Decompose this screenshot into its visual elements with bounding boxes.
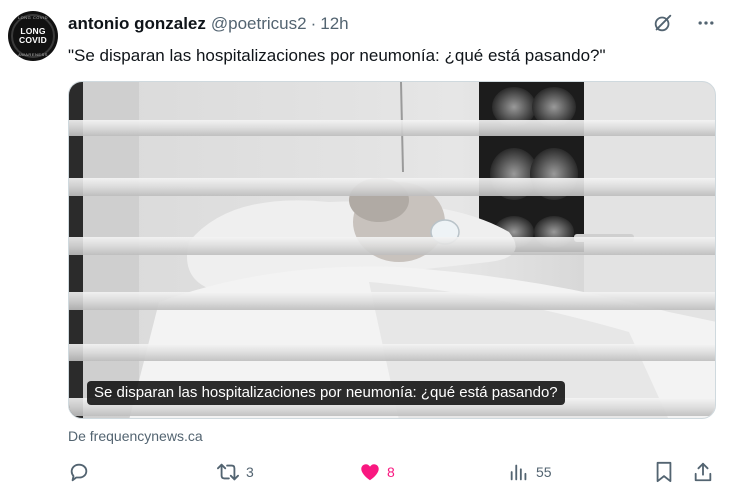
media-card[interactable]: Se disparan las hospitalizaciones por ne… (68, 81, 716, 419)
action-bar: 3 8 55 (68, 458, 718, 486)
link-source[interactable]: De frequencynews.ca (68, 428, 203, 444)
avatar-ring-top-text: LONG COVID (17, 15, 49, 20)
share-icon (692, 461, 714, 483)
reply-button[interactable] (68, 458, 96, 486)
hospital-photo (69, 82, 715, 418)
heart-icon (359, 461, 381, 483)
tweet-header: antonio gonzalez @poetricus2 · 12h (68, 12, 349, 36)
like-button[interactable]: 8 (359, 458, 395, 486)
author-name[interactable]: antonio gonzalez (68, 14, 206, 34)
bookmark-icon (654, 461, 674, 483)
media-caption: Se disparan las hospitalizaciones por ne… (87, 381, 565, 405)
retweet-icon (216, 461, 240, 483)
views-button[interactable]: 55 (508, 458, 552, 486)
share-button[interactable] (692, 458, 714, 486)
retweet-count: 3 (246, 464, 254, 480)
avatar-line-2: COVID (19, 35, 47, 45)
views-count: 55 (536, 464, 552, 480)
avatar[interactable]: LONG COVID LONG COVID AWARENESS (8, 11, 58, 61)
header-actions (652, 12, 716, 34)
timestamp[interactable]: 12h (320, 14, 348, 34)
separator-dot: · (310, 14, 317, 33)
more-icon[interactable] (696, 13, 716, 33)
reply-icon (68, 461, 90, 483)
views-icon (508, 461, 530, 483)
grok-icon[interactable] (652, 12, 674, 34)
bookmark-button[interactable] (654, 458, 674, 486)
author-handle[interactable]: @poetricus2 (211, 14, 307, 34)
retweet-button[interactable]: 3 (216, 458, 254, 486)
avatar-logo-text: LONG COVID (19, 27, 47, 45)
tweet-text: "Se disparan las hospitalizaciones por n… (68, 46, 606, 65)
like-count: 8 (387, 464, 395, 480)
avatar-ring-bottom-text: AWARENESS (18, 52, 48, 57)
